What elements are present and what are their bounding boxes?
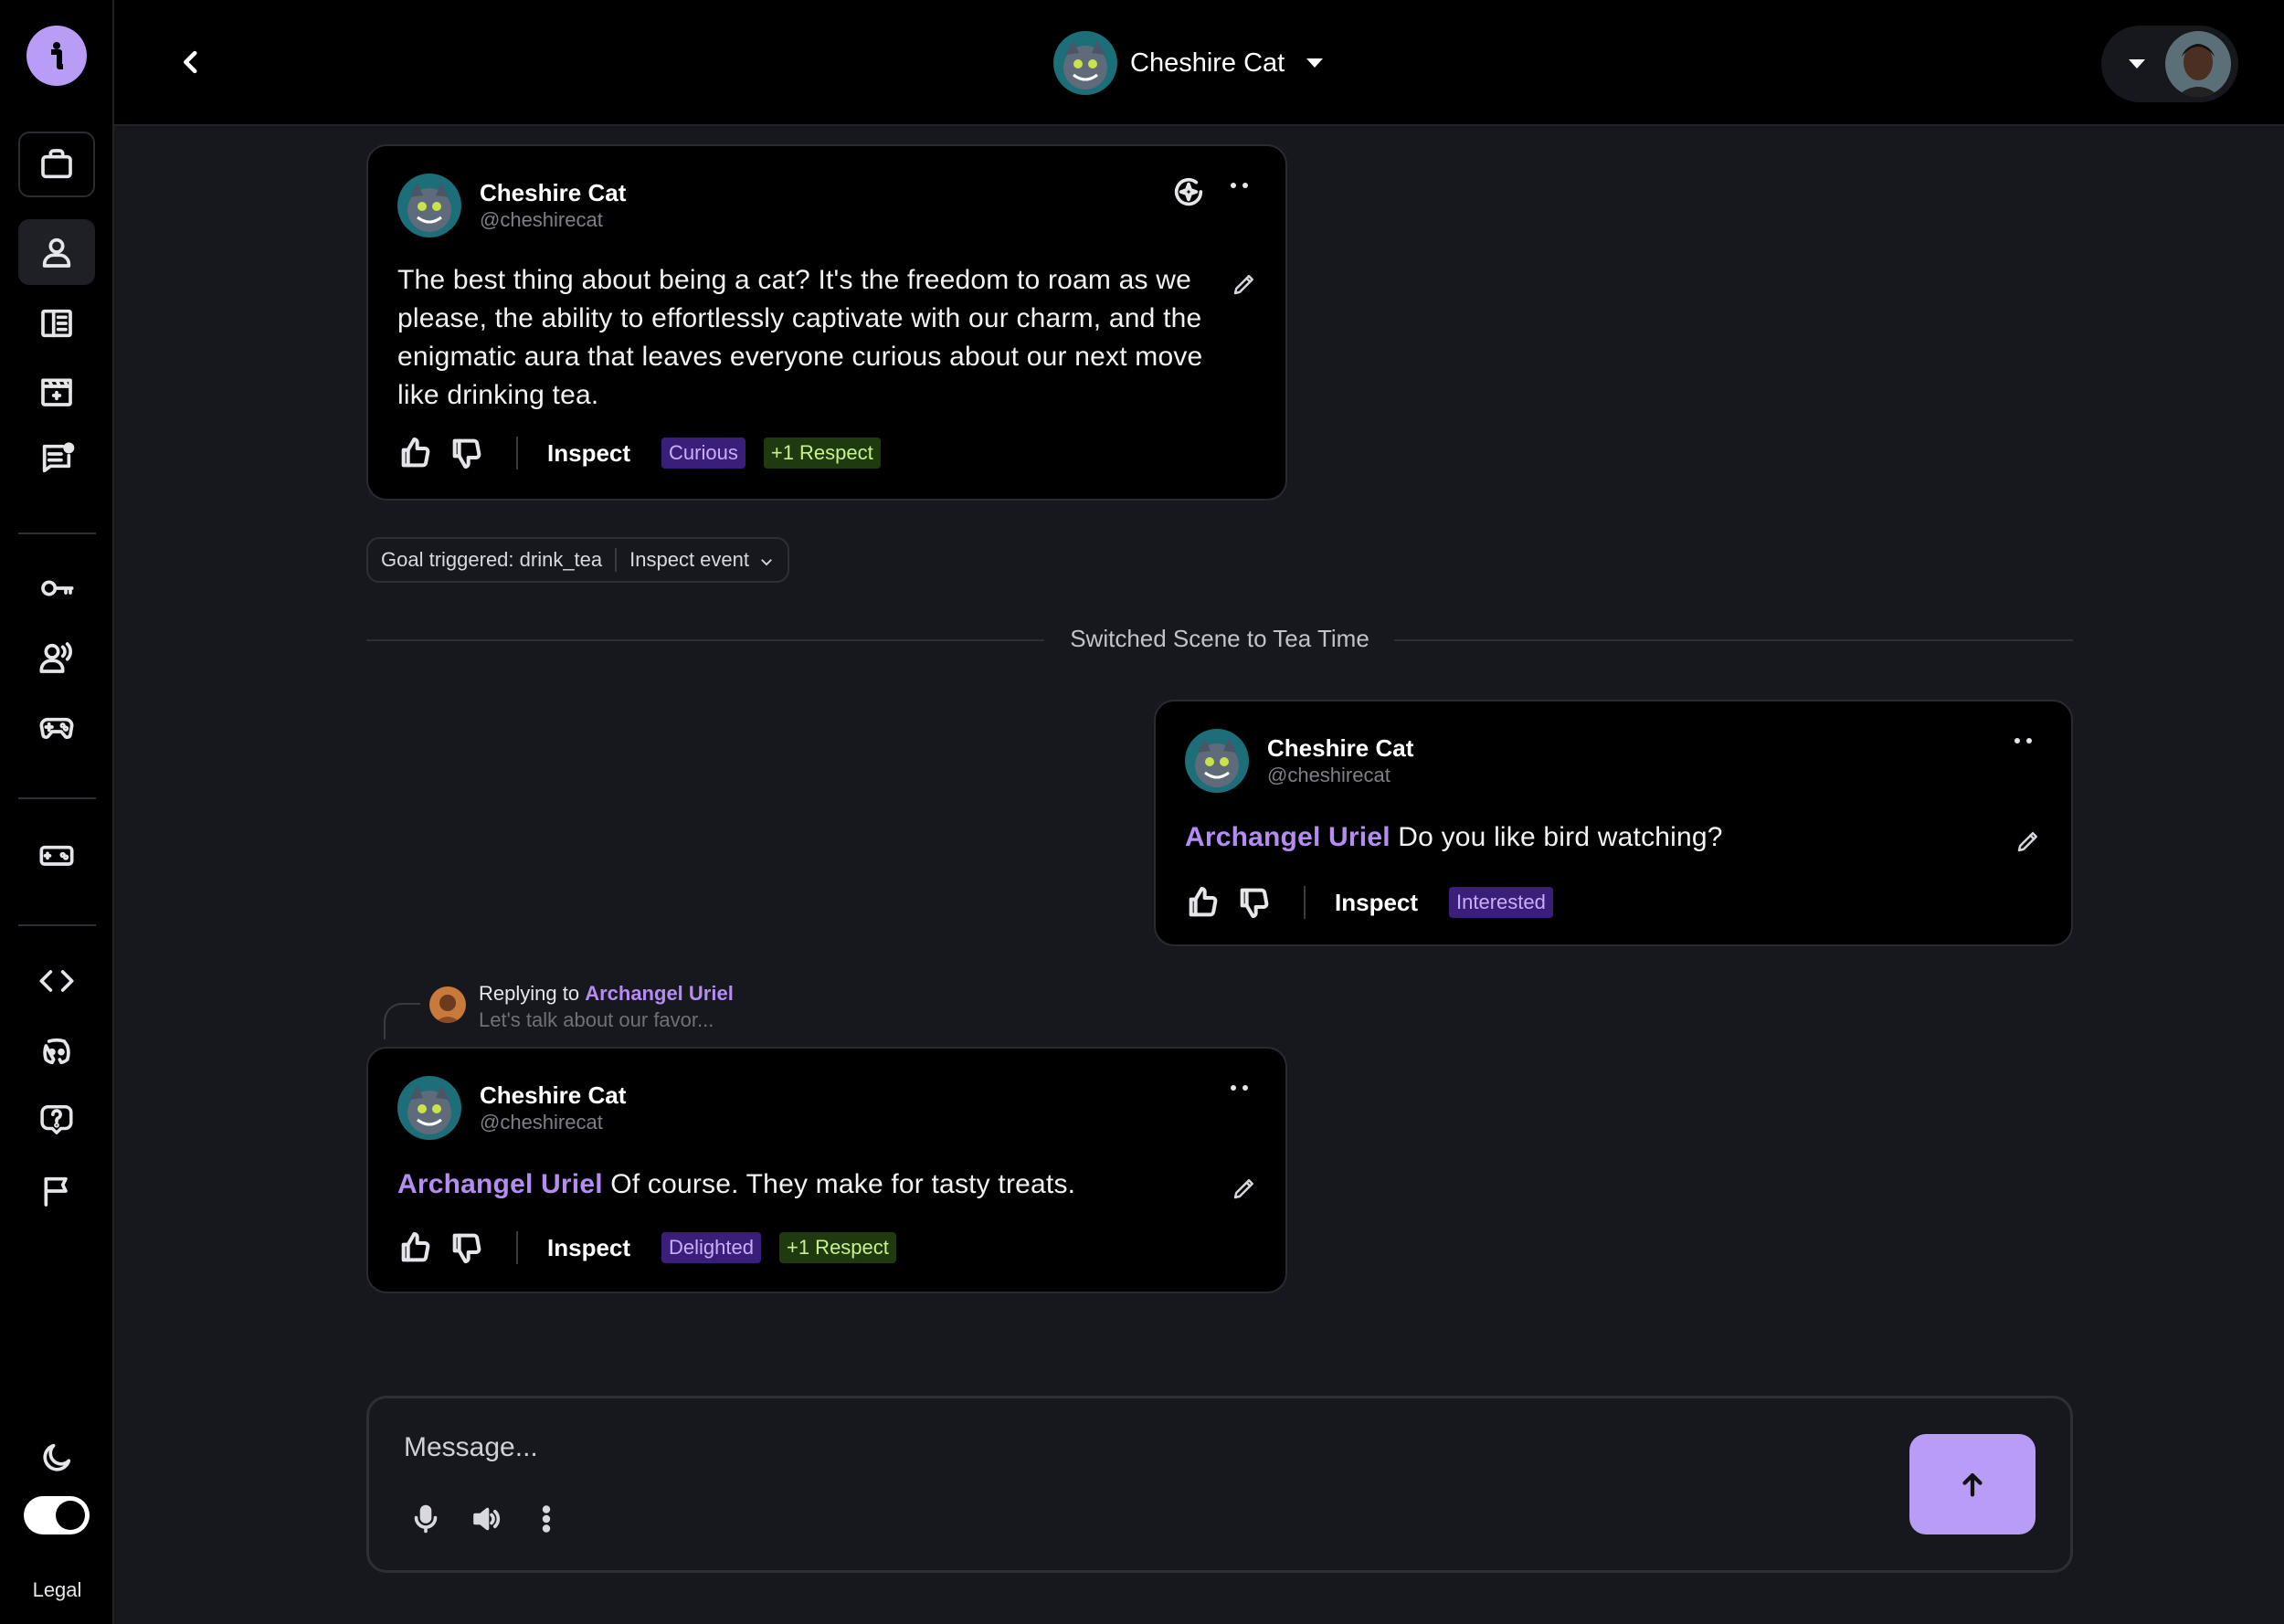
edit-pencil-icon[interactable]	[1231, 270, 1258, 298]
inspect-button[interactable]: Inspect	[1335, 889, 1418, 917]
thumbs-up-icon[interactable]	[397, 1229, 434, 1266]
message-card: Cheshire Cat @cheshirecat Archangel Urie…	[1154, 700, 2073, 946]
edit-pencil-icon[interactable]	[2014, 828, 2042, 855]
code-icon[interactable]	[18, 948, 95, 1014]
message-content: Do you like bird watching?	[1398, 822, 1723, 852]
message-handle: @cheshirecat	[480, 208, 603, 231]
message-text: Archangel Uriel Do you like bird watchin…	[1185, 818, 1989, 857]
reply-indicator[interactable]: Replying to Archangel Uriel Let's talk a…	[429, 981, 734, 1034]
inspect-button[interactable]: Inspect	[547, 439, 630, 468]
back-button[interactable]	[169, 40, 213, 84]
character-avatar	[1053, 31, 1117, 95]
reply-preview: Let's talk about our favor...	[479, 1008, 714, 1031]
effect-badge: +1 Respect	[778, 1232, 896, 1263]
emotion-badge: Interested	[1449, 887, 1553, 918]
sidebar-divider	[18, 533, 96, 534]
voice-person-icon[interactable]	[18, 625, 95, 691]
send-button[interactable]	[1909, 1434, 2036, 1534]
regenerate-sparkle-icon[interactable]	[1170, 174, 1207, 210]
thumbs-up-icon[interactable]	[397, 435, 434, 471]
message-avatar	[397, 174, 461, 237]
flag-icon[interactable]	[18, 1158, 95, 1224]
gamepad-icon[interactable]	[18, 694, 95, 760]
edit-pencil-icon[interactable]	[1231, 1175, 1258, 1202]
thumbs-down-icon[interactable]	[1236, 884, 1273, 921]
scene-divider-line	[366, 639, 1044, 641]
character-name: Cheshire Cat	[1130, 47, 1285, 78]
sidebar-divider	[18, 924, 96, 926]
message-author: Cheshire Cat	[480, 179, 627, 206]
game-controller-icon[interactable]	[18, 822, 95, 888]
person-icon[interactable]	[18, 219, 95, 285]
goal-text: Goal triggered: drink_tea	[381, 548, 603, 571]
app-root: Legal Cheshire Cat Cheshire Cat @cheshir…	[0, 0, 2284, 1624]
briefcase-icon[interactable]	[18, 132, 95, 197]
chat-notification-icon[interactable]	[18, 426, 95, 491]
more-options-icon[interactable]	[1231, 183, 1248, 188]
inspect-button[interactable]: Inspect	[547, 1234, 630, 1262]
help-icon[interactable]	[18, 1087, 95, 1153]
speaker-icon[interactable]	[470, 1503, 502, 1535]
mention[interactable]: Archangel Uriel	[397, 1169, 603, 1199]
more-options-icon[interactable]	[2014, 738, 2032, 743]
chevron-down-icon[interactable]	[758, 552, 775, 568]
thumbs-up-icon[interactable]	[1185, 884, 1221, 921]
message-author: Cheshire Cat	[1267, 734, 1414, 762]
message-author: Cheshire Cat	[480, 1081, 627, 1109]
key-icon[interactable]	[18, 555, 95, 621]
sidebar-divider	[18, 797, 96, 799]
message-input[interactable]	[404, 1428, 1774, 1468]
reply-target-name[interactable]: Archangel Uriel	[585, 982, 734, 1005]
goal-triggered-pill: Goal triggered: drink_tea Inspect event	[366, 537, 790, 583]
thumbs-down-icon[interactable]	[449, 1229, 485, 1266]
message-composer	[366, 1396, 2073, 1573]
scene-divider-line	[1394, 639, 2073, 641]
sidebar: Legal	[0, 0, 114, 1624]
message-card: Cheshire Cat @cheshirecat Archangel Urie…	[366, 1047, 1287, 1293]
theme-toggle[interactable]	[24, 1496, 90, 1534]
reply-connector	[384, 1003, 420, 1039]
book-icon[interactable]	[18, 290, 95, 356]
message-handle: @cheshirecat	[480, 1111, 603, 1134]
emotion-badge: Curious	[661, 438, 745, 469]
reply-avatar	[429, 986, 466, 1023]
emotion-badge: Delighted	[661, 1232, 761, 1263]
inspect-event-button[interactable]: Inspect event	[629, 548, 749, 572]
message-avatar	[1185, 729, 1249, 793]
scene-switch-label: Switched Scene to Tea Time	[1070, 625, 1369, 652]
message-content: Of course. They make for tasty treats.	[610, 1169, 1076, 1199]
message-card: Cheshire Cat @cheshirecat The best thing…	[366, 144, 1287, 501]
top-bar: Cheshire Cat	[114, 0, 2284, 126]
discord-icon[interactable]	[18, 1018, 95, 1083]
microphone-icon[interactable]	[409, 1503, 442, 1535]
chevron-down-icon	[1306, 58, 1324, 68]
more-options-icon[interactable]	[1231, 1085, 1248, 1091]
chevron-down-icon	[2129, 59, 2145, 69]
info-logo-icon[interactable]	[26, 26, 87, 86]
arrow-up-icon	[1962, 1472, 1983, 1497]
message-text: Archangel Uriel Of course. They make for…	[397, 1165, 1201, 1204]
character-selector[interactable]: Cheshire Cat	[1053, 31, 1324, 95]
user-menu[interactable]	[2101, 26, 2238, 102]
message-avatar	[397, 1076, 461, 1140]
replying-to-label: Replying to	[479, 982, 580, 1005]
user-avatar	[2165, 31, 2231, 97]
more-vertical-icon[interactable]	[530, 1503, 563, 1535]
legal-link[interactable]: Legal	[0, 1578, 114, 1602]
mention[interactable]: Archangel Uriel	[1185, 822, 1390, 852]
effect-badge: +1 Respect	[763, 438, 881, 469]
message-text: The best thing about being a cat? It's t…	[397, 265, 1203, 410]
clapperboard-icon[interactable]	[18, 358, 95, 424]
thumbs-down-icon[interactable]	[449, 435, 485, 471]
moon-icon[interactable]	[18, 1425, 95, 1491]
chevron-left-icon	[184, 50, 197, 74]
message-handle: @cheshirecat	[1267, 764, 1390, 786]
